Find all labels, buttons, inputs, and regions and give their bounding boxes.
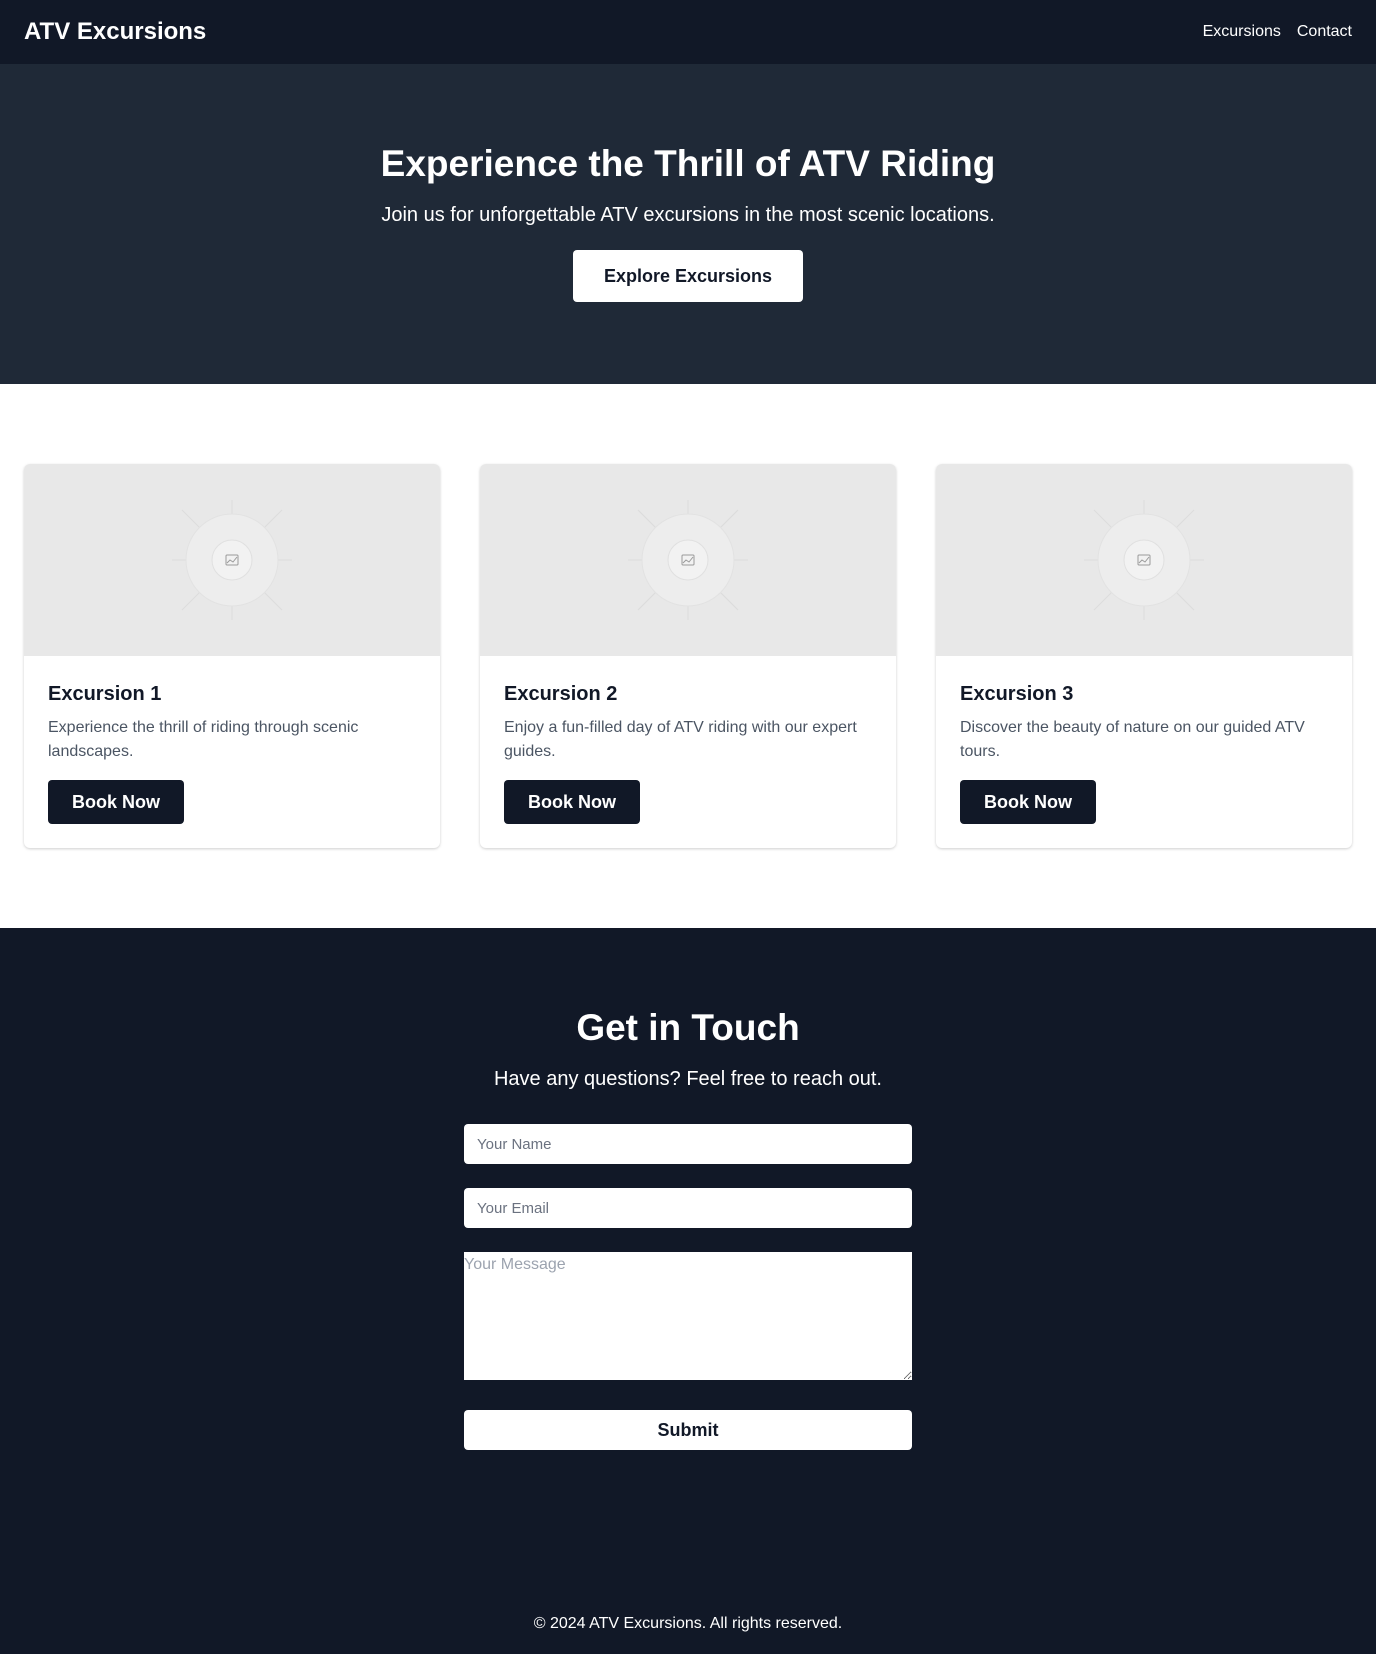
email-input[interactable] — [464, 1188, 912, 1228]
excursion-title-3: Excursion 3 — [960, 683, 1074, 705]
excursion-card-body-3: Excursion 3 Discover the beauty of natur… — [936, 656, 1352, 848]
excursion-card-1: Excursion 1 Experience the thrill of rid… — [24, 464, 440, 848]
excursion-card-2: Excursion 2 Enjoy a fun-filled day of AT… — [480, 464, 896, 848]
nav-link-contact[interactable]: Contact — [1297, 23, 1352, 41]
book-now-button-2[interactable]: Book Now — [504, 780, 640, 824]
name-input[interactable] — [464, 1124, 912, 1164]
message-textarea[interactable] — [464, 1252, 912, 1380]
contact-title: Get in Touch — [576, 1007, 800, 1048]
footer-copyright: © 2024 ATV Excursions. All rights reserv… — [533, 1615, 843, 1632]
image-placeholder-icon — [172, 500, 292, 620]
excursion-title-1: Excursion 1 — [48, 683, 162, 705]
excursions-section: Excursion 1 Experience the thrill of rid… — [0, 384, 1376, 928]
nav-link-excursions[interactable]: Excursions — [1203, 23, 1281, 41]
hero-section: Experience the Thrill of ATV Riding Join… — [0, 64, 1376, 384]
hero-subtitle: Join us for unforgettable ATV excursions… — [381, 204, 995, 226]
book-now-button-1[interactable]: Book Now — [48, 780, 184, 824]
image-placeholder-icon — [628, 500, 748, 620]
excursion-card-body-2: Excursion 2 Enjoy a fun-filled day of AT… — [480, 656, 896, 848]
excursion-description-3: Discover the beauty of nature on our gui… — [960, 719, 1305, 760]
explore-excursions-button[interactable]: Explore Excursions — [573, 250, 803, 302]
image-placeholder-icon — [1084, 500, 1204, 620]
contact-section: Get in Touch Have any questions? Feel fr… — [0, 928, 1376, 1594]
excursion-card-body-1: Excursion 1 Experience the thrill of rid… — [24, 656, 440, 848]
excursion-title-2: Excursion 2 — [504, 683, 618, 705]
excursion-card-3: Excursion 3 Discover the beauty of natur… — [936, 464, 1352, 848]
hero-title: Experience the Thrill of ATV Riding — [380, 143, 996, 184]
excursion-image-3 — [936, 464, 1352, 656]
site-logo[interactable]: ATV Excursions — [24, 18, 206, 46]
excursion-description-2: Enjoy a fun-filled day of ATV riding wit… — [504, 719, 857, 760]
submit-button[interactable]: Submit — [464, 1410, 912, 1450]
excursion-description-1: Experience the thrill of riding through … — [48, 719, 359, 760]
contact-subtitle: Have any questions? Feel free to reach o… — [493, 1068, 882, 1090]
site-footer: © 2024 ATV Excursions. All rights reserv… — [0, 1594, 1376, 1654]
excursion-image-2 — [480, 464, 896, 656]
main-nav: Excursions Contact — [1203, 23, 1352, 41]
excursion-image-1 — [24, 464, 440, 656]
site-header: ATV Excursions Excursions Contact — [0, 0, 1376, 64]
contact-form: Submit — [464, 1124, 912, 1450]
book-now-button-3[interactable]: Book Now — [960, 780, 1096, 824]
